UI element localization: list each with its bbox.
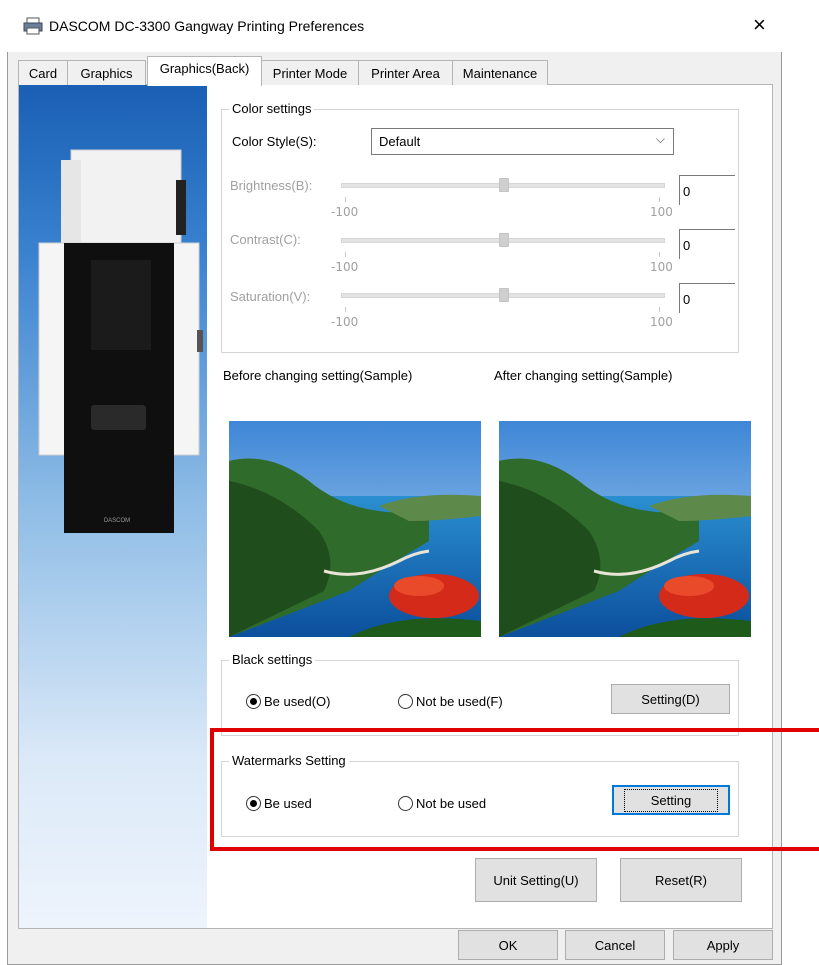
saturation-label: Saturation(V): bbox=[230, 289, 311, 304]
close-button[interactable]: × bbox=[753, 12, 766, 38]
color-settings-title: Color settings bbox=[229, 101, 315, 116]
black-settings-title: Black settings bbox=[229, 652, 316, 667]
black-not-used-radio[interactable]: Not be used(F) bbox=[398, 694, 503, 709]
tab-maintenance[interactable]: Maintenance bbox=[452, 60, 548, 85]
saturation-tick-max bbox=[659, 307, 660, 312]
reset-button[interactable]: Reset(R) bbox=[620, 858, 742, 902]
radio-unselected-icon bbox=[398, 694, 413, 709]
printer-brand-text: DASCOM bbox=[104, 518, 130, 524]
printer-icon bbox=[23, 17, 43, 35]
contrast-min: -100 bbox=[331, 260, 359, 274]
contrast-thumb[interactable] bbox=[499, 233, 509, 247]
after-sample-image bbox=[499, 421, 751, 637]
brightness-min: -100 bbox=[331, 205, 359, 219]
saturation-tick-min bbox=[345, 307, 346, 312]
tab-printer-area[interactable]: Printer Area bbox=[358, 60, 453, 85]
contrast-value: 0 bbox=[683, 238, 691, 253]
color-style-label: Color Style(S): bbox=[232, 134, 317, 149]
black-be-used-radio[interactable]: Be used(O) bbox=[246, 694, 330, 709]
contrast-input[interactable]: 0 bbox=[679, 229, 735, 259]
after-sample-label: After changing setting(Sample) bbox=[494, 368, 673, 383]
brightness-tick-max bbox=[659, 197, 660, 202]
brightness-value: 0 bbox=[683, 184, 691, 199]
saturation-input[interactable]: 0 bbox=[679, 283, 735, 313]
color-style-select[interactable]: Default ⌵ bbox=[371, 128, 674, 155]
chevron-down-icon: ⌵ bbox=[655, 132, 665, 146]
saturation-thumb[interactable] bbox=[499, 288, 509, 302]
black-setting-button[interactable]: Setting(D) bbox=[611, 684, 730, 714]
contrast-tick-min bbox=[345, 252, 346, 257]
contrast-max: 100 bbox=[650, 260, 673, 274]
black-not-used-label: Not be used(F) bbox=[416, 694, 503, 709]
window-title: DASCOM DC-3300 Gangway Printing Preferen… bbox=[49, 18, 365, 34]
cancel-button[interactable]: Cancel bbox=[565, 930, 665, 960]
saturation-value: 0 bbox=[683, 292, 691, 307]
apply-button[interactable]: Apply bbox=[673, 930, 773, 960]
unit-setting-button[interactable]: Unit Setting(U) bbox=[475, 858, 597, 902]
black-be-used-label: Be used(O) bbox=[264, 694, 331, 709]
brightness-max: 100 bbox=[650, 205, 673, 219]
before-sample-image bbox=[229, 421, 481, 637]
brightness-label: Brightness(B): bbox=[230, 178, 313, 193]
tab-card[interactable]: Card bbox=[18, 60, 68, 85]
brightness-input[interactable]: 0 bbox=[679, 175, 735, 205]
before-sample-label: Before changing setting(Sample) bbox=[223, 368, 413, 383]
printer-image-panel: DASCOM bbox=[19, 85, 207, 928]
tab-graphics-back[interactable]: Graphics(Back) bbox=[147, 56, 262, 86]
ok-button[interactable]: OK bbox=[458, 930, 558, 960]
tab-graphics[interactable]: Graphics bbox=[67, 60, 146, 85]
saturation-min: -100 bbox=[331, 315, 359, 329]
title-bar: DASCOM DC-3300 Gangway Printing Preferen… bbox=[7, 0, 782, 52]
radio-selected-icon bbox=[246, 694, 261, 709]
tab-printer-mode[interactable]: Printer Mode bbox=[261, 60, 359, 85]
saturation-max: 100 bbox=[650, 315, 673, 329]
color-style-value: Default bbox=[379, 134, 421, 149]
contrast-tick-max bbox=[659, 252, 660, 257]
printer-illustration: DASCOM bbox=[38, 149, 203, 533]
highlight-box bbox=[210, 728, 819, 851]
contrast-label: Contrast(C): bbox=[230, 232, 301, 247]
brightness-tick-min bbox=[345, 197, 346, 202]
brightness-thumb[interactable] bbox=[499, 178, 509, 192]
